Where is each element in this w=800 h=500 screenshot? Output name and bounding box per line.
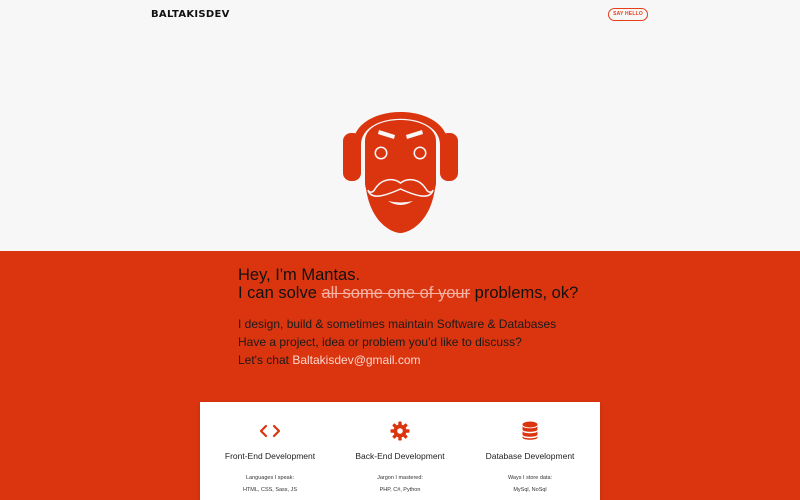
navbar: BALTAKISDEV SAY HELLO: [0, 0, 800, 30]
intro-line-2: Have a project, idea or problem you'd li…: [238, 335, 522, 349]
email-link[interactable]: Baltakisdev@gmail.com: [292, 353, 420, 367]
service-subtitle: Jargon I mastered:: [377, 475, 423, 481]
service-database: Database Development Ways I store data: …: [465, 420, 595, 493]
hero-text: Hey, I'm Mantas. I can solve all some on…: [238, 266, 578, 369]
database-icon: [465, 420, 595, 442]
service-title: Database Development: [485, 451, 575, 461]
service-subtitle: Languages I speak:: [245, 475, 294, 481]
service-value: PHP, C#, Python: [379, 487, 421, 493]
chat-prefix: Let's chat: [238, 353, 293, 367]
services-card: Front-End Development Languages I speak:…: [200, 402, 600, 500]
tagline-prefix: I can solve: [238, 284, 322, 302]
gear-icon: [335, 420, 465, 442]
intro-line-1: I design, build & sometimes maintain Sof…: [238, 317, 557, 331]
tagline-suffix: problems, ok?: [470, 284, 579, 302]
code-icon: [205, 420, 335, 442]
service-subtitle: Ways I store data:: [507, 475, 553, 481]
tagline: I can solve all some one of your problem…: [238, 284, 578, 302]
chat-line: Let's chat Baltakisdev@gmail.com: [238, 351, 578, 369]
service-title: Front-End Development: [224, 451, 316, 461]
service-back-end: Back-End Development Jargon I mastered: …: [335, 420, 465, 493]
say-hello-button[interactable]: SAY HELLO: [608, 8, 648, 21]
greeting: Hey, I'm Mantas.: [238, 266, 361, 284]
tagline-strikethrough: all some one of your: [321, 284, 471, 302]
service-value: MySql, NoSql: [513, 487, 547, 493]
site-logo[interactable]: BALTAKISDEV: [151, 9, 230, 20]
avatar-illustration: [343, 112, 458, 233]
intro-text: I design, build & sometimes maintain Sof…: [238, 315, 578, 369]
service-value: HTML, CSS, Sass, JS: [242, 487, 298, 493]
service-title: Back-End Development: [355, 451, 445, 461]
service-front-end: Front-End Development Languages I speak:…: [205, 420, 335, 493]
